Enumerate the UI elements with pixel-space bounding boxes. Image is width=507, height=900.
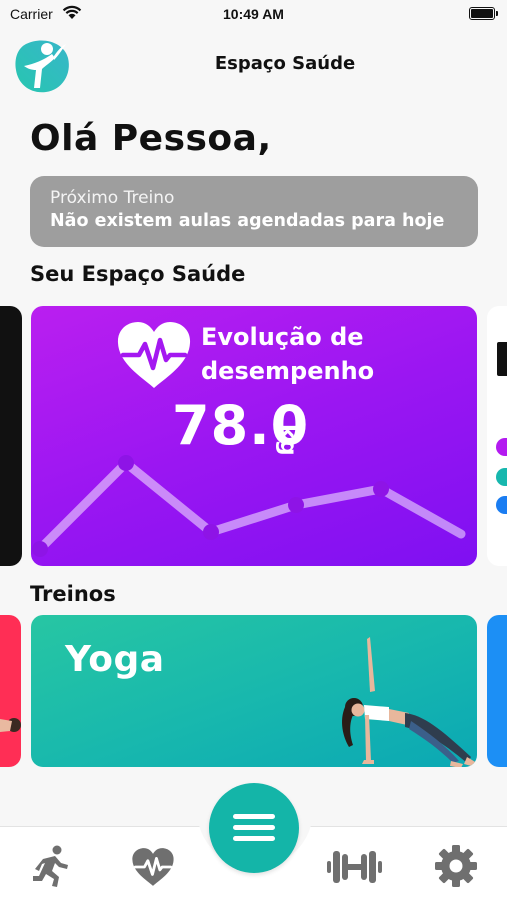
legend-dot-teal bbox=[496, 468, 507, 486]
legend-dot-blue bbox=[496, 496, 507, 514]
menu-icon bbox=[209, 783, 299, 873]
section-title-space: Seu Espaço Saúde bbox=[30, 262, 246, 286]
legend-dot-purple bbox=[496, 438, 507, 456]
menu-fab-button[interactable] bbox=[209, 783, 299, 873]
section-title-workouts: Treinos bbox=[30, 582, 116, 606]
next-workout-card[interactable] bbox=[487, 615, 507, 767]
tab-running-icon[interactable] bbox=[31, 845, 71, 889]
status-bar: Carrier 10:49 AM bbox=[0, 0, 507, 28]
workout-card-yoga[interactable]: Yoga bbox=[31, 615, 477, 767]
battery-icon bbox=[469, 7, 498, 20]
next-workout-label: Próximo Treino bbox=[50, 188, 175, 208]
prev-space-card[interactable] bbox=[0, 306, 22, 566]
tab-heart-pulse-icon[interactable] bbox=[130, 847, 176, 887]
performance-card[interactable]: Evolução de desempenho 78.0 kg bbox=[31, 306, 477, 566]
yoga-pose-image bbox=[342, 637, 477, 767]
next-card-mark bbox=[497, 342, 507, 376]
clock: 10:49 AM bbox=[223, 6, 284, 22]
next-workout-message: Não existem aulas agendadas para hoje bbox=[50, 211, 445, 231]
page-title: Espaço Saúde bbox=[214, 53, 356, 74]
next-workout-card[interactable]: Próximo Treino Não existem aulas agendad… bbox=[30, 176, 478, 247]
next-space-card[interactable] bbox=[487, 306, 507, 566]
workout-figure bbox=[0, 718, 21, 732]
greeting-text: Olá Pessoa, bbox=[30, 118, 272, 159]
tab-dumbbell-icon[interactable] bbox=[327, 849, 382, 885]
trend-graphic bbox=[32, 455, 466, 557]
workout-card-title: Yoga bbox=[65, 639, 165, 680]
prev-workout-card[interactable] bbox=[0, 615, 21, 767]
tab-gear-icon[interactable] bbox=[435, 845, 477, 887]
